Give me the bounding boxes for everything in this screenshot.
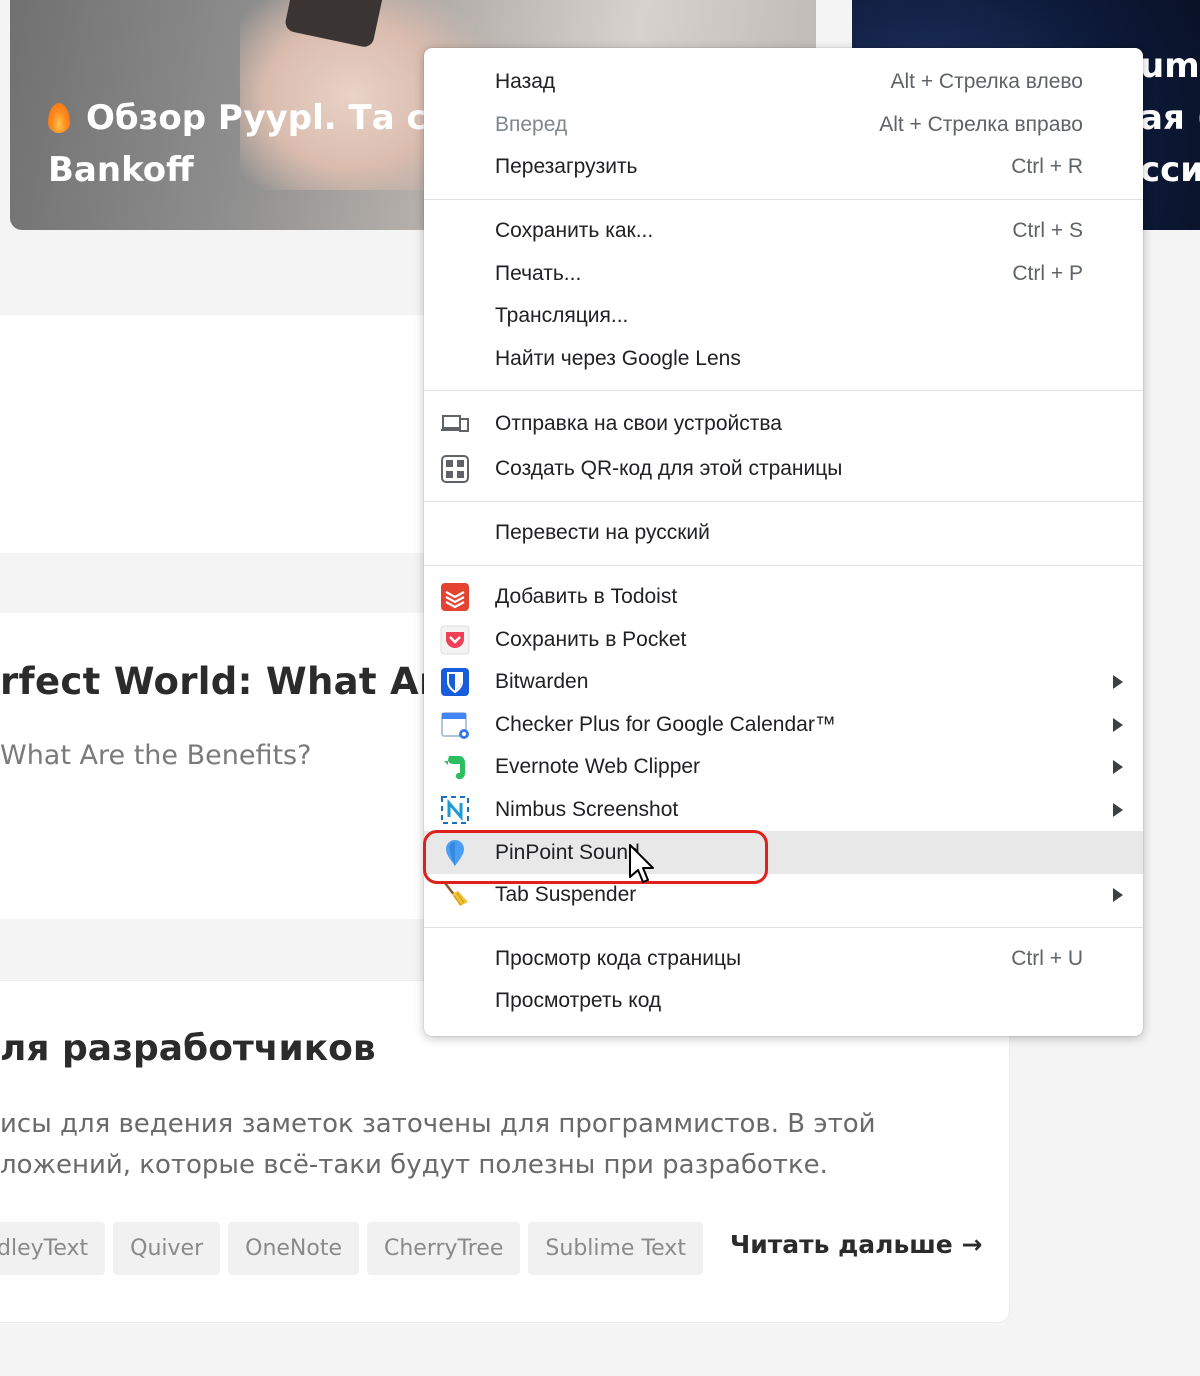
article-b-title[interactable]: rfect World: What Are t bbox=[0, 660, 494, 703]
devices-icon bbox=[441, 414, 469, 432]
menu-item-todoist[interactable]: Добавить в Todoist bbox=[424, 576, 1143, 619]
menu-item-reload[interactable]: Перезагрузить Ctrl + R bbox=[424, 146, 1143, 189]
menu-item-label: Evernote Web Clipper bbox=[495, 755, 701, 779]
menu-item-label: Checker Plus for Google Calendar™ bbox=[495, 712, 836, 736]
menu-separator bbox=[424, 926, 1143, 928]
menu-item-label: Сохранить как... bbox=[495, 219, 654, 243]
bitwarden-icon bbox=[441, 668, 469, 697]
menu-separator bbox=[424, 390, 1143, 392]
menu-item-inspect[interactable]: Просмотреть код bbox=[424, 980, 1143, 1023]
tag[interactable]: Sublime Text bbox=[528, 1222, 703, 1275]
menu-item-evernote[interactable]: Evernote Web Clipper bbox=[424, 746, 1143, 789]
tag[interactable]: CherryTree bbox=[367, 1222, 521, 1275]
flame-icon bbox=[48, 103, 70, 133]
context-menu: Назад Alt + Стрелка влево Вперед Alt + С… bbox=[424, 48, 1143, 1036]
menu-item-view-source[interactable]: Просмотр кода страницы Ctrl + U bbox=[424, 938, 1143, 981]
menu-item-label: Назад bbox=[495, 70, 556, 94]
article-c-description: исы для ведения заметок заточены для про… bbox=[0, 1109, 876, 1180]
menu-item-shortcut: Ctrl + S bbox=[1012, 219, 1083, 243]
featured-card-right-title[interactable]: um. ая ( сси bbox=[1140, 40, 1200, 196]
mouse-cursor-icon bbox=[629, 844, 654, 883]
submenu-arrow-icon bbox=[1113, 675, 1123, 690]
menu-item-shortcut: Alt + Стрелка вправо bbox=[879, 112, 1083, 136]
menu-separator bbox=[424, 501, 1143, 503]
tag[interactable]: Quiver bbox=[113, 1222, 221, 1275]
menu-item-pocket[interactable]: Сохранить в Pocket bbox=[424, 618, 1143, 661]
menu-item-pinpoint-sound[interactable]: PinPoint Sound bbox=[424, 831, 1143, 874]
menu-item-cast[interactable]: Трансляция... bbox=[424, 295, 1143, 338]
menu-separator bbox=[424, 564, 1143, 566]
evernote-icon bbox=[444, 756, 465, 780]
menu-separator bbox=[424, 198, 1143, 200]
submenu-arrow-icon bbox=[1113, 760, 1123, 775]
menu-item-bitwarden[interactable]: Bitwarden bbox=[424, 661, 1143, 704]
menu-item-label: PinPoint Sound bbox=[495, 840, 640, 864]
menu-item-forward[interactable]: Вперед Alt + Стрелка вправо bbox=[424, 104, 1143, 147]
menu-item-qr-code[interactable]: Создать QR-код для этой страницы bbox=[424, 446, 1143, 491]
tag-list: dleyText Quiver OneNote CherryTree Subli… bbox=[0, 1222, 703, 1275]
qr-code-icon bbox=[441, 454, 469, 483]
menu-item-label: Nimbus Screenshot bbox=[495, 798, 679, 822]
menu-item-checker-plus[interactable]: Checker Plus for Google Calendar™ bbox=[424, 704, 1143, 747]
tag[interactable]: dleyText bbox=[0, 1222, 106, 1275]
menu-item-translate[interactable]: Перевести на русский bbox=[424, 512, 1143, 555]
menu-item-save-as[interactable]: Сохранить как... Ctrl + S bbox=[424, 210, 1143, 253]
menu-item-label: Печать... bbox=[495, 261, 582, 285]
submenu-arrow-icon bbox=[1113, 888, 1123, 903]
pinpoint-icon bbox=[446, 839, 464, 866]
menu-item-nimbus[interactable]: Nimbus Screenshot bbox=[424, 789, 1143, 832]
broom-icon bbox=[444, 882, 468, 907]
menu-item-label: Просмотр кода страницы bbox=[495, 946, 742, 970]
menu-item-send-to-devices[interactable]: Отправка на свои устройства bbox=[424, 401, 1143, 446]
menu-item-label: Bitwarden bbox=[495, 670, 589, 694]
menu-item-back[interactable]: Назад Alt + Стрелка влево bbox=[424, 61, 1143, 104]
menu-item-shortcut: Alt + Стрелка влево bbox=[890, 70, 1083, 94]
menu-item-label: Сохранить в Pocket bbox=[495, 627, 687, 651]
menu-item-label: Перезагрузить bbox=[495, 155, 638, 179]
nimbus-icon bbox=[441, 796, 469, 825]
menu-item-label: Отправка на свои устройства bbox=[495, 411, 782, 435]
read-more-link[interactable]: Читать дальше → bbox=[730, 1230, 982, 1259]
submenu-arrow-icon bbox=[1113, 803, 1123, 818]
pocket-icon bbox=[440, 625, 470, 655]
menu-item-google-lens[interactable]: Найти через Google Lens bbox=[424, 338, 1143, 381]
menu-item-tab-suspender[interactable]: Tab Suspender bbox=[424, 874, 1143, 917]
menu-item-label: Трансляция... bbox=[495, 304, 629, 328]
menu-item-label: Создать QR-код для этой страницы bbox=[495, 456, 843, 480]
tag[interactable]: OneNote bbox=[228, 1222, 359, 1275]
article-b-subtitle: What Are the Benefits? bbox=[0, 740, 312, 771]
article-c-title[interactable]: ля разработчиков bbox=[0, 1028, 376, 1069]
menu-item-label: Tab Suspender bbox=[495, 883, 637, 907]
todoist-icon bbox=[441, 583, 469, 612]
menu-item-label: Перевести на русский bbox=[495, 521, 710, 545]
menu-item-label: Просмотреть код bbox=[495, 989, 662, 1013]
submenu-arrow-icon bbox=[1113, 717, 1123, 732]
menu-item-label: Найти через Google Lens bbox=[495, 346, 741, 370]
menu-item-label: Вперед bbox=[495, 112, 568, 136]
menu-item-shortcut: Ctrl + R bbox=[1011, 155, 1083, 179]
menu-item-shortcut: Ctrl + U bbox=[1011, 946, 1083, 970]
calendar-icon bbox=[441, 712, 469, 739]
menu-item-label: Добавить в Todoist bbox=[495, 585, 678, 609]
menu-item-print[interactable]: Печать... Ctrl + P bbox=[424, 252, 1143, 295]
menu-item-shortcut: Ctrl + P bbox=[1012, 261, 1083, 285]
